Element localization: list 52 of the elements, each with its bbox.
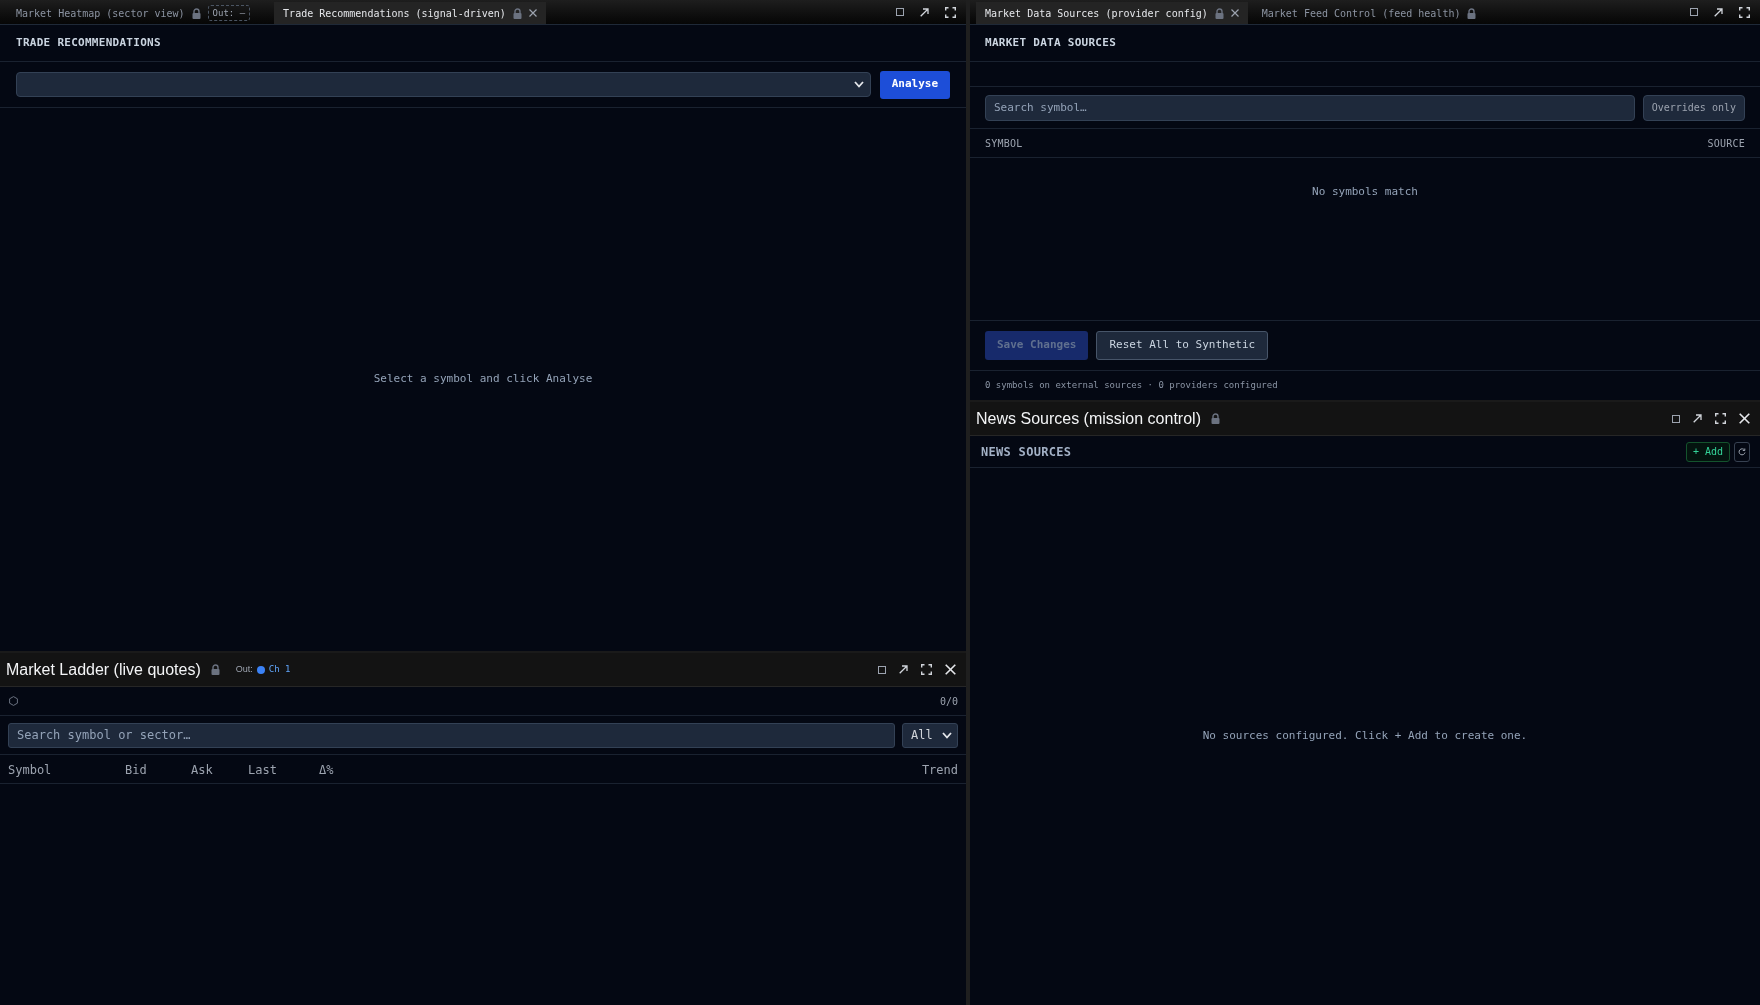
close-icon[interactable]: [528, 9, 537, 17]
add-button[interactable]: + Add: [1685, 441, 1730, 462]
overrides-only-button[interactable]: Overrides only: [1642, 94, 1745, 121]
output-label: Out:: [235, 662, 253, 676]
panel-heading: NEWS SOURCES: [981, 443, 1072, 461]
fullscreen-icon[interactable]: [945, 6, 956, 18]
action-button[interactable]: Reset All to Synthetic: [1096, 331, 1269, 360]
column-header: Ask: [191, 763, 213, 777]
panel-title: Market Ladder (live quotes): [6, 659, 201, 680]
column-header: Δ%: [319, 763, 334, 777]
empty-message: Select a symbol and click Analyse: [373, 371, 593, 388]
search-field[interactable]: Search symbol…: [985, 94, 1635, 121]
analyse-button[interactable]: Analyse: [879, 70, 950, 99]
panel-heading: MARKET DATA SOURCES: [985, 34, 1117, 51]
arrow-up-right-icon[interactable]: [1693, 414, 1702, 423]
empty-message: No sources configured. Click + Add to create one.: [1202, 728, 1528, 745]
column-header: Trend: [921, 763, 958, 777]
column-header: SYMBOL: [985, 136, 1023, 151]
quote-count: 0/0: [939, 694, 958, 709]
output-indicator: Out: –: [207, 5, 251, 21]
square-icon[interactable]: [878, 665, 886, 674]
empty-message: No symbols match: [1312, 184, 1418, 200]
fullscreen-icon[interactable]: [1715, 413, 1726, 424]
column-header: SOURCE: [1707, 136, 1745, 151]
channel-label: Ch 1: [268, 662, 291, 676]
close-icon[interactable]: [1230, 9, 1239, 17]
chevron-down-icon: [942, 731, 952, 739]
column-header: Symbol: [8, 763, 52, 777]
status-dot-icon: [256, 665, 265, 674]
filter-select[interactable]: All: [902, 722, 958, 748]
summary-text: 0 symbols on external sources · 0 providers configured: [985, 378, 1278, 392]
chevron-down-icon: [853, 81, 864, 88]
tab[interactable]: Market Heatmap (sector view) Out: –: [7, 2, 270, 24]
column-header: Bid: [125, 763, 147, 777]
fullscreen-icon[interactable]: [1739, 6, 1750, 18]
arrow-up-right-icon[interactable]: [1714, 7, 1723, 17]
search-field[interactable]: Search symbol or sector…: [8, 722, 895, 748]
hexagon-icon: [9, 696, 18, 706]
column-header: Last: [248, 763, 277, 777]
tab[interactable]: Market Data Sources (provider config): [976, 2, 1248, 24]
square-icon[interactable]: [896, 8, 904, 16]
panel-title: News Sources (mission control): [976, 408, 1201, 429]
tab[interactable]: Market Feed Control (feed health): [1252, 2, 1486, 24]
panel-heading: TRADE RECOMMENDATIONS: [16, 34, 161, 51]
refresh-button[interactable]: [1734, 441, 1750, 462]
arrow-up-right-icon[interactable]: [899, 665, 908, 674]
tab[interactable]: Trade Recommendations (signal-driven): [274, 2, 546, 24]
fullscreen-icon[interactable]: [921, 664, 932, 675]
refresh-icon: [1738, 447, 1746, 456]
square-icon[interactable]: [1690, 8, 1698, 16]
arrow-up-right-icon[interactable]: [920, 7, 929, 17]
square-icon[interactable]: [1672, 414, 1680, 423]
